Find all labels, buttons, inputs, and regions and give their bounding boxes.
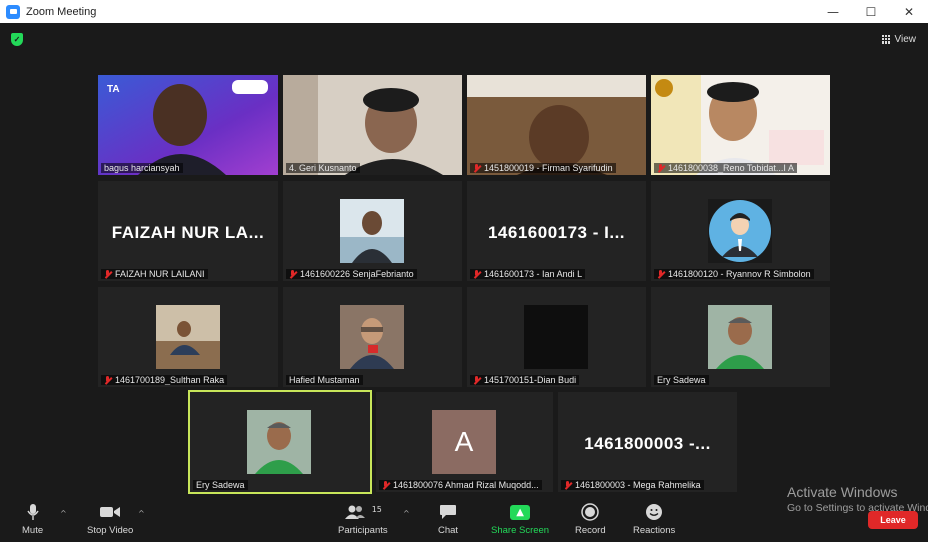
participant-display-name: FAIZAH NUR LA... xyxy=(111,223,265,242)
participant-name: 1461700189_Sulthan Raka xyxy=(101,375,228,385)
video-options-chevron-icon[interactable]: ^ xyxy=(138,509,145,518)
participant-photo xyxy=(708,305,772,369)
participant-photo xyxy=(340,199,404,263)
avatar-icon xyxy=(708,199,772,263)
active-speaker-tile[interactable]: Ery Sadewa xyxy=(188,390,372,494)
chat-button[interactable]: Chat xyxy=(438,503,458,536)
participants-count: 15 xyxy=(371,504,382,514)
participant-name: 1461800120 - Ryannov R Simbolon xyxy=(654,269,814,279)
reactions-button[interactable]: Reactions xyxy=(633,503,675,536)
participant-tile[interactable]: 1451800019 - Firman Syarifudin xyxy=(467,75,646,175)
mic-muted-icon xyxy=(657,163,664,173)
participant-video xyxy=(283,75,462,175)
video-camera-icon xyxy=(99,503,121,521)
close-button[interactable]: ✕ xyxy=(890,0,928,23)
participant-tile[interactable]: 1461700189_Sulthan Raka xyxy=(98,287,278,387)
stop-video-button[interactable]: Stop Video xyxy=(87,503,133,536)
participant-name: FAIZAH NUR LAILANI xyxy=(101,269,208,279)
participant-video: TA xyxy=(98,75,278,175)
participant-display-name: 1461600173 - I... xyxy=(487,223,626,242)
participant-tile[interactable]: 1461800120 - Ryannov R Simbolon xyxy=(651,181,830,281)
record-icon xyxy=(581,503,600,521)
participants-button[interactable]: 15 Participants xyxy=(338,503,388,537)
record-label: Record xyxy=(575,525,606,536)
participant-tile[interactable]: 1461600226 SenjaFebrianto xyxy=(283,181,462,281)
maximize-button[interactable]: ☐ xyxy=(852,0,890,23)
activate-windows-watermark: Activate Windows Go to Settings to activ… xyxy=(787,484,928,514)
window-titlebar: Zoom Meeting — ☐ ✕ xyxy=(0,0,928,23)
participant-name: 1461600173 - Ian Andi L xyxy=(470,269,586,279)
window-title: Zoom Meeting xyxy=(26,5,97,18)
watermark-subtitle: Go to Settings to activate Windows. xyxy=(787,502,928,514)
participant-name: 4. Geri Kusnanto xyxy=(286,163,360,173)
mic-muted-icon xyxy=(564,480,571,490)
mic-muted-icon xyxy=(473,375,480,385)
participant-tile[interactable]: FAIZAH NUR LA... FAIZAH NUR LAILANI xyxy=(98,181,278,281)
svg-text:TA: TA xyxy=(107,84,120,95)
participant-tile[interactable]: Ery Sadewa xyxy=(651,287,830,387)
mic-muted-icon xyxy=(657,269,664,279)
participant-display-name: 1461800003 -... xyxy=(584,434,711,453)
mic-muted-icon xyxy=(473,163,480,173)
participants-label: Participants xyxy=(338,525,388,536)
participant-photo xyxy=(247,410,311,474)
view-label: View xyxy=(894,33,917,45)
participant-name: 1451700151-Dian Budi xyxy=(470,375,580,385)
chat-icon xyxy=(439,503,457,521)
mute-label: Mute xyxy=(22,525,44,536)
share-screen-button[interactable]: ▲ Share Screen xyxy=(491,503,549,536)
participant-tile[interactable]: Hafied Mustaman xyxy=(283,287,462,387)
share-screen-label: Share Screen xyxy=(491,525,550,536)
avatar-initial: A xyxy=(432,410,496,474)
participant-tile[interactable]: 1461600173 - I... 1461600173 - Ian Andi … xyxy=(467,181,646,281)
grid-icon xyxy=(881,34,891,44)
participant-name: 1461800038_Reno Tobidat...I A xyxy=(654,163,797,173)
mic-muted-icon xyxy=(382,480,389,490)
participant-video xyxy=(651,75,830,175)
mic-muted-icon xyxy=(104,375,111,385)
participant-photo xyxy=(340,305,404,369)
participant-photo xyxy=(156,305,220,369)
mic-muted-icon xyxy=(289,269,296,279)
participant-name: Ery Sadewa xyxy=(193,480,248,490)
participant-name: 1461800003 - Mega Rahmelika xyxy=(561,480,704,490)
participant-name: 1451800019 - Firman Syarifudin xyxy=(470,163,616,173)
participant-tile[interactable]: 1461800038_Reno Tobidat...I A xyxy=(651,75,830,175)
reactions-icon xyxy=(645,503,663,521)
mute-button[interactable]: Mute xyxy=(22,503,43,536)
participant-tile[interactable]: TA bagus harciansyah xyxy=(98,75,278,175)
mic-muted-icon xyxy=(473,269,480,279)
stop-video-label: Stop Video xyxy=(87,525,134,536)
participant-name: 1461800076 Ahmad Rizal Muqodd... xyxy=(379,480,542,490)
participants-icon: 15 xyxy=(344,503,382,521)
participant-name: Hafied Mustaman xyxy=(286,375,363,385)
shield-check-icon[interactable]: ✓ xyxy=(11,33,23,46)
participant-tile[interactable]: 1451700151-Dian Budi xyxy=(467,287,646,387)
participant-tile[interactable]: 4. Geri Kusnanto xyxy=(283,75,462,175)
record-button[interactable]: Record xyxy=(575,503,606,536)
view-button[interactable]: View xyxy=(881,31,917,47)
participant-name: 1461600226 SenjaFebrianto xyxy=(286,269,417,279)
participant-tile[interactable]: 1461800003 -... 1461800003 - Mega Rahmel… xyxy=(558,392,737,492)
watermark-title: Activate Windows xyxy=(787,484,898,500)
minimize-button[interactable]: — xyxy=(814,0,852,23)
participant-name: Ery Sadewa xyxy=(654,375,709,385)
chat-label: Chat xyxy=(438,525,459,536)
participant-name: bagus harciansyah xyxy=(101,163,183,173)
audio-options-chevron-icon[interactable]: ^ xyxy=(60,509,67,518)
share-screen-icon: ▲ xyxy=(510,503,531,521)
mic-muted-icon xyxy=(104,269,111,279)
zoom-app-icon xyxy=(6,4,20,19)
participant-photo xyxy=(524,305,588,369)
participants-options-chevron-icon[interactable]: ^ xyxy=(403,509,410,518)
participant-video xyxy=(467,75,646,175)
microphone-icon xyxy=(26,503,40,521)
reactions-label: Reactions xyxy=(633,525,676,536)
